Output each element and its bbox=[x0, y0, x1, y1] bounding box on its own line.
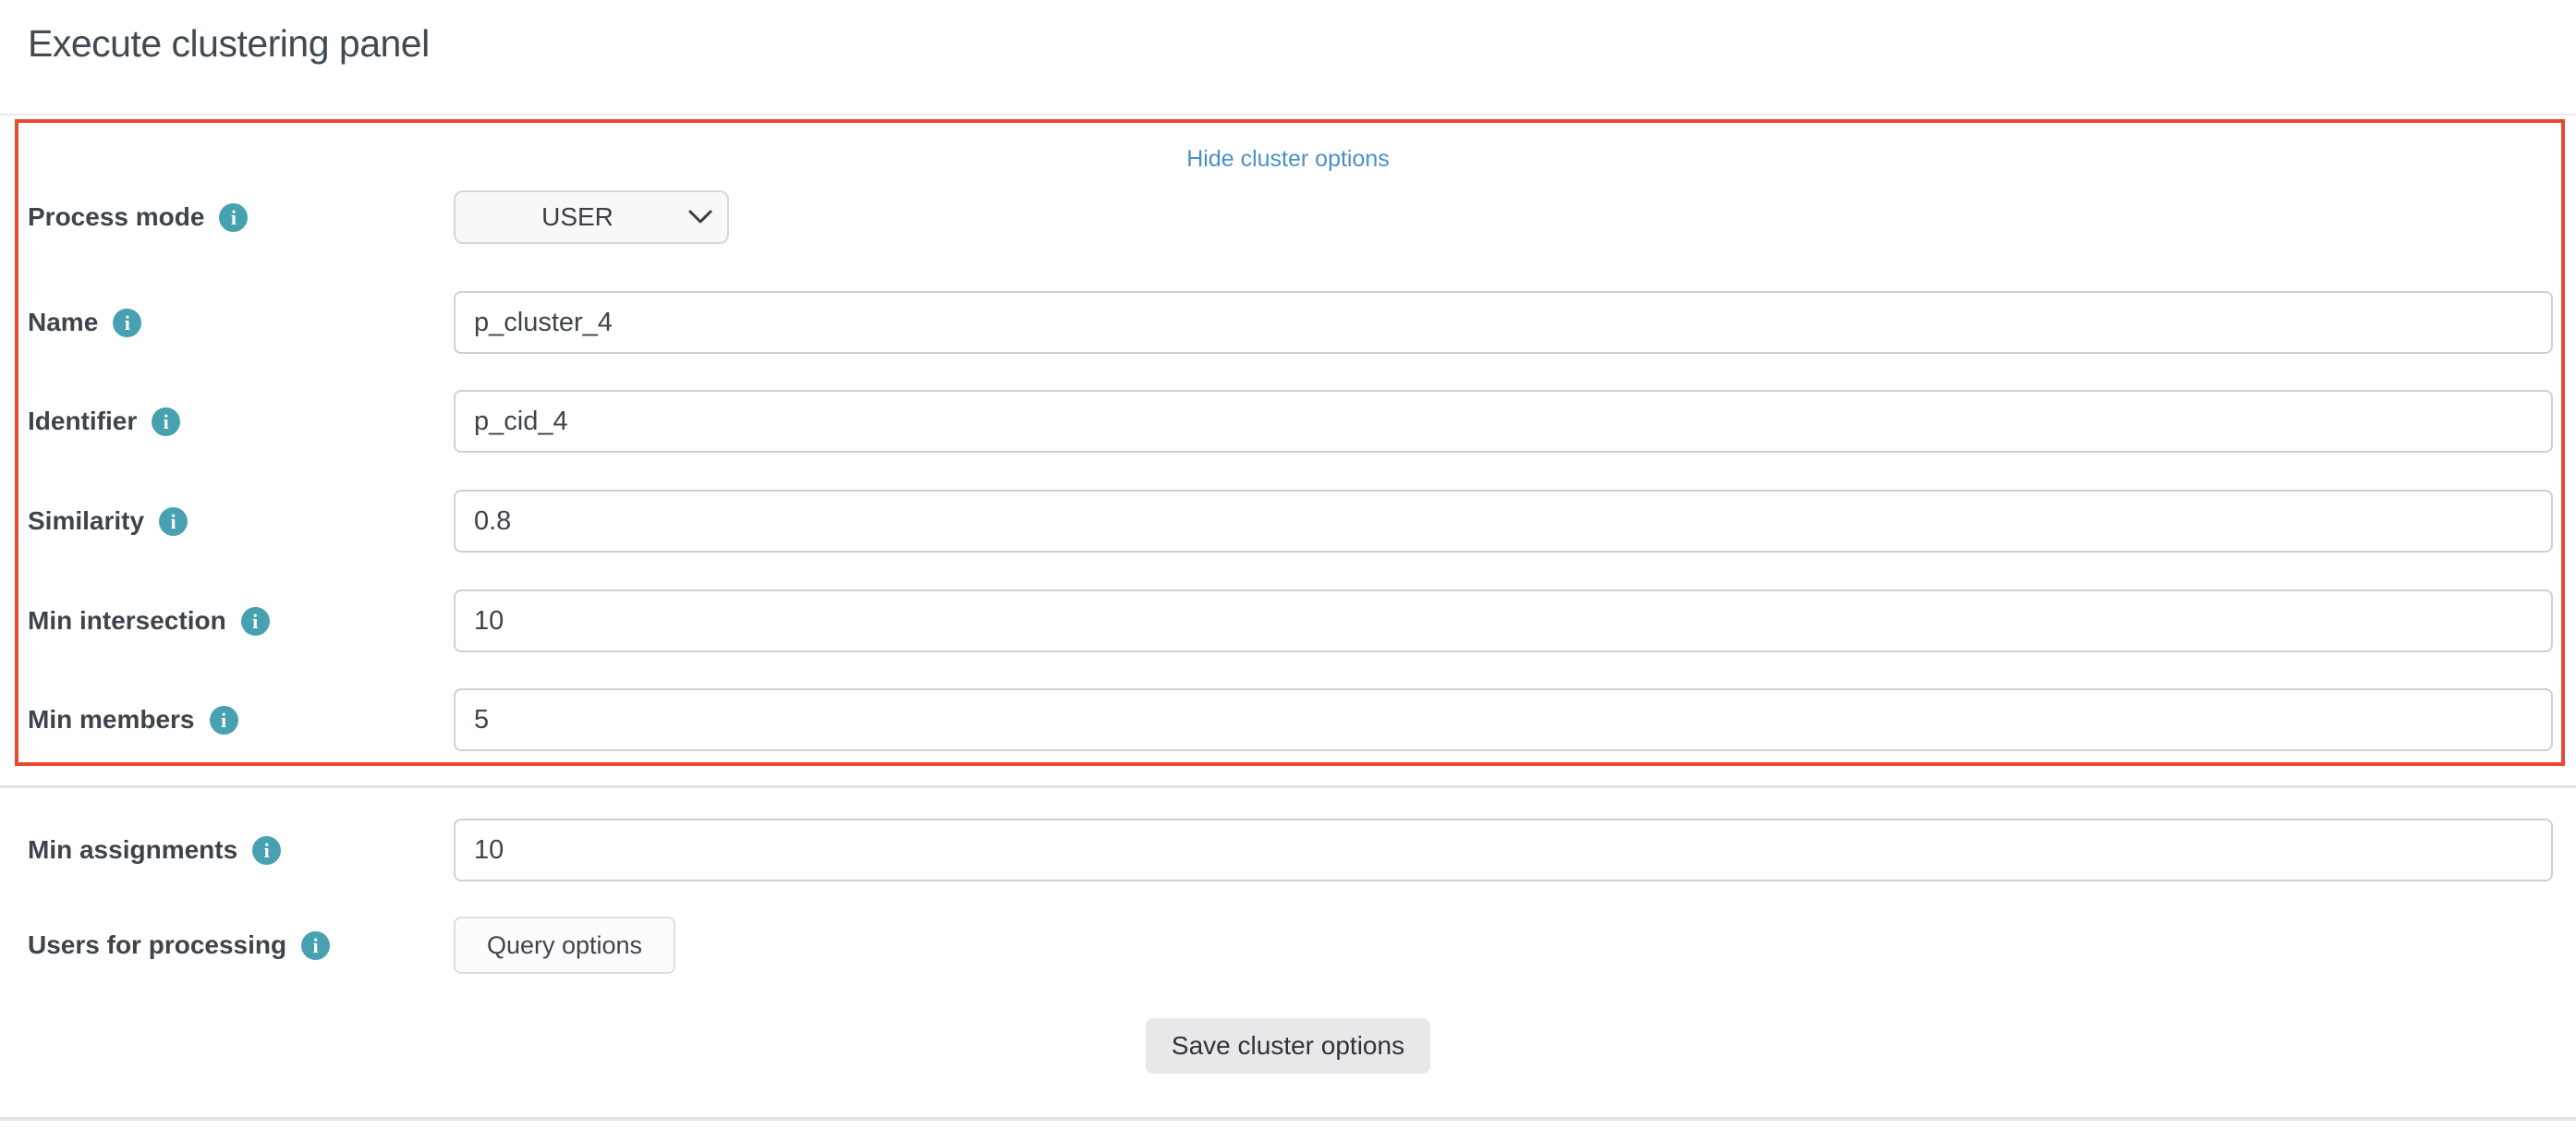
min-members-label: Min members bbox=[28, 705, 195, 735]
info-icon[interactable]: i bbox=[301, 931, 330, 960]
similarity-input[interactable] bbox=[454, 490, 2553, 553]
field-row-users-for-processing: Users for processing i Query options bbox=[28, 917, 2553, 974]
field-row-min-assignments: Min assignments i bbox=[28, 819, 2553, 881]
field-label-group: Similarity i bbox=[28, 506, 454, 536]
field-label-group: Min intersection i bbox=[28, 606, 454, 636]
section-divider bbox=[0, 785, 2576, 788]
page-title: Execute clustering panel bbox=[28, 22, 430, 66]
field-row-process-mode: Process mode i USER bbox=[28, 190, 2553, 244]
save-cluster-options-button[interactable]: Save cluster options bbox=[1146, 1018, 1430, 1074]
field-label-group: Process mode i bbox=[28, 202, 454, 232]
identifier-input[interactable] bbox=[454, 390, 2553, 453]
field-label-group: Users for processing i bbox=[28, 930, 454, 960]
footer-divider bbox=[0, 1117, 2576, 1121]
field-row-min-members: Min members i bbox=[28, 688, 2553, 751]
min-intersection-label: Min intersection bbox=[28, 606, 226, 636]
field-label-group: Identifier i bbox=[28, 407, 454, 436]
process-mode-select[interactable]: USER bbox=[454, 190, 729, 244]
field-row-identifier: Identifier i bbox=[28, 390, 2553, 453]
info-icon[interactable]: i bbox=[113, 309, 141, 337]
name-input[interactable] bbox=[454, 291, 2553, 354]
query-options-button[interactable]: Query options bbox=[454, 917, 675, 974]
info-icon[interactable]: i bbox=[159, 507, 188, 536]
process-mode-selected-value: USER bbox=[541, 202, 614, 232]
field-label-group: Name i bbox=[28, 308, 454, 337]
hide-cluster-options-link[interactable]: Hide cluster options bbox=[1186, 146, 1390, 172]
field-label-group: Min members i bbox=[28, 705, 454, 735]
field-row-similarity: Similarity i bbox=[28, 490, 2553, 553]
min-members-input[interactable] bbox=[454, 688, 2553, 751]
min-intersection-input[interactable] bbox=[454, 589, 2553, 652]
field-label-group: Min assignments i bbox=[28, 835, 454, 865]
execute-clustering-panel: Execute clustering panel Hide cluster op… bbox=[0, 0, 2576, 1142]
info-icon[interactable]: i bbox=[210, 706, 238, 735]
identifier-label: Identifier bbox=[28, 407, 137, 436]
similarity-label: Similarity bbox=[28, 506, 144, 536]
info-icon[interactable]: i bbox=[152, 407, 180, 436]
header-divider bbox=[0, 114, 2576, 115]
name-label: Name bbox=[28, 308, 98, 337]
info-icon[interactable]: i bbox=[241, 607, 270, 636]
info-icon[interactable]: i bbox=[252, 836, 281, 865]
field-row-name: Name i bbox=[28, 291, 2553, 354]
chevron-down-icon bbox=[688, 210, 712, 225]
field-row-min-intersection: Min intersection i bbox=[28, 589, 2553, 652]
min-assignments-label: Min assignments bbox=[28, 835, 237, 865]
info-icon[interactable]: i bbox=[219, 203, 248, 232]
process-mode-label: Process mode bbox=[28, 202, 204, 232]
min-assignments-input[interactable] bbox=[454, 819, 2553, 881]
users-for-processing-label: Users for processing bbox=[28, 930, 286, 960]
toggle-link-container: Hide cluster options bbox=[0, 146, 2576, 173]
